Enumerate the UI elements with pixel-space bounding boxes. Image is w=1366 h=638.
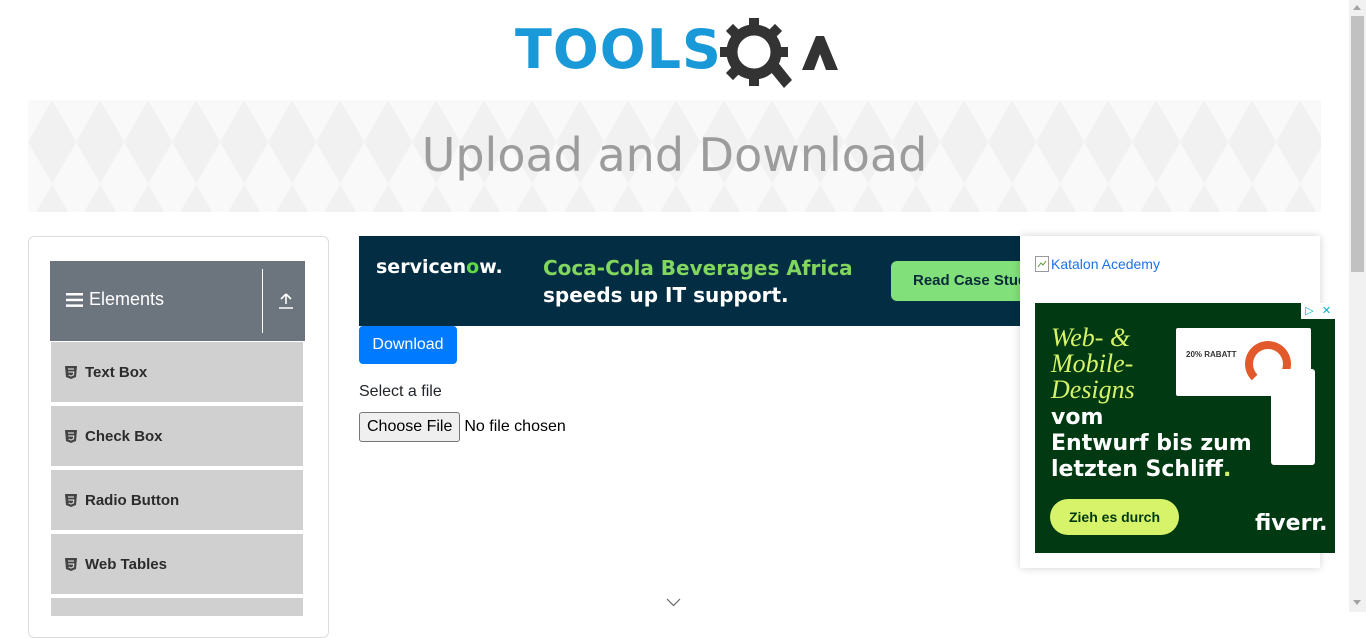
html5-icon: [65, 365, 77, 379]
adchoices-icon[interactable]: ▷: [1301, 303, 1318, 319]
sidebar-item-web-tables[interactable]: Web Tables: [51, 534, 303, 596]
fiverr-ad[interactable]: Web- & Mobile- Designs vom Entwurf bis z…: [1035, 303, 1335, 553]
sidebar-item-partial[interactable]: [51, 598, 303, 618]
fiverr-logo: fiverr.: [1255, 511, 1328, 536]
scroll-down-arrow[interactable]: [1353, 600, 1361, 605]
select-file-label: Select a file: [359, 383, 442, 400]
chevron-down-icon[interactable]: [666, 598, 681, 607]
ad-subline: vom Entwurf bis zum letzten Schliff.: [1051, 405, 1252, 482]
sidebar-item-check-box[interactable]: Check Box: [51, 406, 303, 468]
gear-magnifier-icon: [720, 18, 838, 88]
sidebar-item-text-box[interactable]: Text Box: [51, 342, 303, 404]
close-icon[interactable]: ✕: [1318, 303, 1335, 319]
header-divider: [262, 269, 263, 333]
ad-cta-button[interactable]: Read Case Study: [891, 261, 1020, 301]
scrollbar-thumb[interactable]: [1351, 16, 1364, 272]
servicenow-ad[interactable]: servicenow. Coca-Cola Beverages Africa s…: [359, 236, 1020, 326]
broken-image-icon: [1035, 256, 1049, 272]
phone-mockup: [1271, 369, 1315, 465]
logo-text: TOOLS: [515, 18, 722, 81]
group-title: Elements: [66, 289, 164, 310]
page-banner: Upload and Download: [28, 100, 1321, 212]
html5-icon: [65, 429, 77, 443]
katalon-ad-link[interactable]: Katalon Acedemy: [1035, 256, 1160, 272]
file-status: No file chosen: [464, 418, 566, 435]
sidebar-item-radio-button[interactable]: Radio Button: [51, 470, 303, 532]
page-title: Upload and Download: [421, 128, 928, 182]
collapse-up-icon[interactable]: [278, 293, 294, 309]
sidebar-item-label: Check Box: [85, 427, 163, 445]
mock-text: 20% RABATT: [1186, 350, 1237, 359]
sidebar-group-elements[interactable]: Elements: [50, 261, 305, 341]
choose-file-button[interactable]: Choose File: [359, 412, 461, 442]
scroll-up-arrow[interactable]: [1353, 5, 1361, 10]
page-scrollbar[interactable]: [1349, 0, 1366, 612]
sidebar-item-label: Web Tables: [85, 555, 167, 573]
download-button[interactable]: Download: [359, 326, 457, 364]
html5-icon: [65, 557, 77, 571]
servicenow-logo: servicenow.: [376, 256, 503, 278]
ad-subline: speeds up IT support.: [543, 283, 789, 307]
sidebar-item-label: Radio Button: [85, 491, 180, 509]
group-title-label: Elements: [89, 289, 165, 309]
ad-headline: Coca-Cola Beverages Africa: [543, 256, 853, 280]
ad-headline: Web- & Mobile- Designs: [1051, 323, 1135, 404]
html5-icon: [65, 493, 77, 507]
toolsqa-logo[interactable]: TOOLS: [515, 14, 840, 92]
hamburger-icon: [66, 292, 83, 307]
file-input[interactable]: Choose File No file chosen: [359, 412, 566, 442]
katalon-alt-text: Katalon Acedemy: [1051, 256, 1160, 272]
ad-cta-button[interactable]: Zieh es durch: [1050, 499, 1179, 535]
sidebar-item-label: Text Box: [85, 363, 148, 381]
ad-controls[interactable]: ▷ ✕: [1301, 303, 1335, 319]
